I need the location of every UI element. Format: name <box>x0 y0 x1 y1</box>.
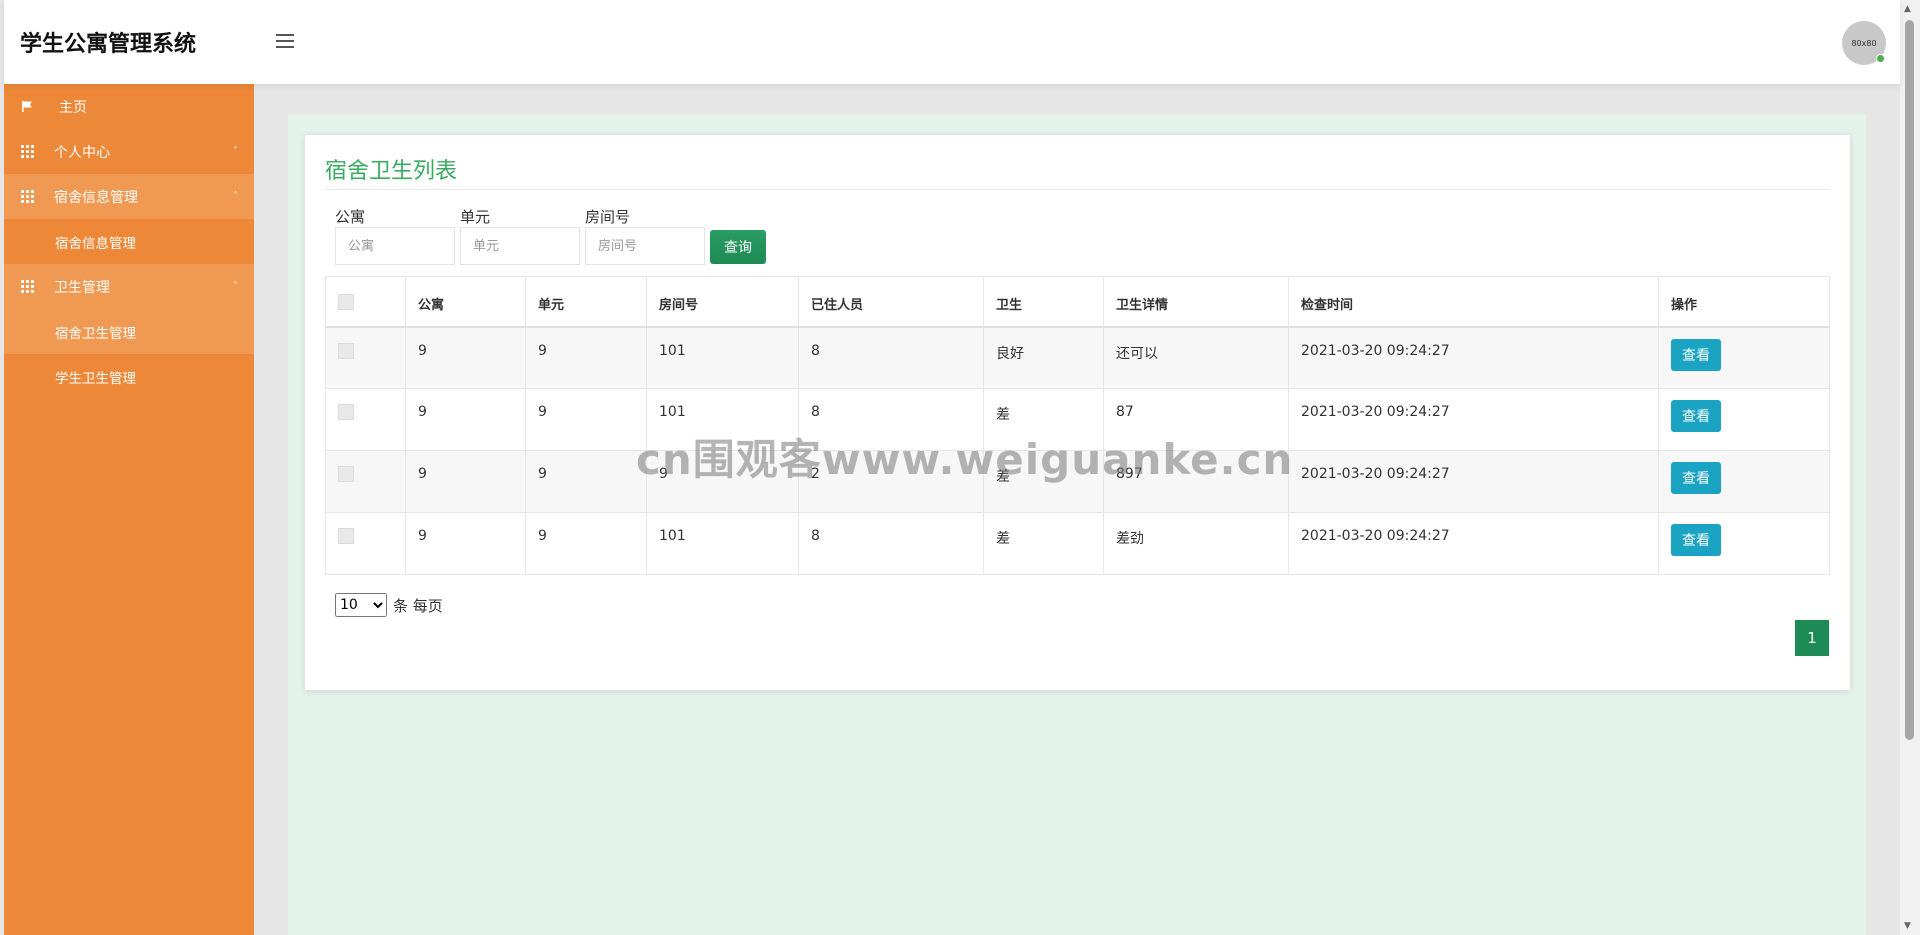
sidebar-subitem-dorm-hygiene[interactable]: 宿舍卫生管理 <box>4 309 254 354</box>
page-size-control: 10 条 每页 <box>335 593 443 617</box>
action-cell: 查看 <box>1658 512 1830 575</box>
sidebar-item-dorm-info[interactable]: 宿舍信息管理 ˄ <box>4 174 254 219</box>
row-checkbox[interactable] <box>338 342 354 359</box>
hygiene-cell: 差 <box>983 512 1104 575</box>
grid-icon <box>20 145 34 159</box>
row-select-cell <box>325 326 406 389</box>
unit-cell: 9 <box>525 326 647 389</box>
column-header: 卫生 <box>983 276 1104 328</box>
filter-label: 公寓 <box>335 208 366 226</box>
residents-cell: 8 <box>798 512 984 575</box>
unit-cell: 9 <box>525 512 647 575</box>
unit-input[interactable] <box>460 227 580 265</box>
sidebar-subitem-dorm-info[interactable]: 宿舍信息管理 <box>4 219 254 264</box>
hygiene-cell: 良好 <box>983 326 1104 389</box>
check-time-cell: 2021-03-20 09:24:27 <box>1288 388 1659 451</box>
sidebar-item-label: 主页 <box>59 99 87 116</box>
view-button[interactable]: 查看 <box>1671 462 1721 494</box>
row-select-cell <box>325 512 406 575</box>
flag-icon <box>20 100 34 114</box>
page-size-label: 条 每页 <box>393 596 443 615</box>
column-header: 房间号 <box>646 276 799 328</box>
row-checkbox[interactable] <box>338 466 354 482</box>
grid-icon <box>20 280 34 294</box>
sidebar-item-label: 宿舍信息管理 <box>54 189 138 206</box>
hygiene-detail-cell: 还可以 <box>1103 326 1289 389</box>
row-select-cell <box>325 388 406 451</box>
menu-toggle-icon[interactable] <box>274 30 298 54</box>
room-number-input[interactable] <box>585 227 705 265</box>
row-checkbox[interactable] <box>338 528 354 544</box>
avatar[interactable]: 80x80 <box>1842 21 1886 65</box>
filter-apartment: 公寓 <box>335 207 455 265</box>
search-button[interactable]: 查询 <box>710 230 766 264</box>
column-header: 已住人员 <box>798 276 984 328</box>
column-header: 检查时间 <box>1288 276 1659 328</box>
page-title: 宿舍卫生列表 <box>325 159 458 184</box>
page-number-button[interactable]: 1 <box>1795 620 1829 656</box>
view-button[interactable]: 查看 <box>1671 338 1721 371</box>
sidebar-item-hygiene[interactable]: 卫生管理 ˄ <box>4 264 254 309</box>
app-title: 学生公寓管理系统 <box>20 32 197 57</box>
scrollbar[interactable]: ▲ ▼ <box>1900 0 1920 935</box>
sidebar-subitem-student-hygiene[interactable]: 学生卫生管理 <box>4 354 254 399</box>
apartment-cell: 9 <box>405 388 526 451</box>
chevron-down-icon: ˅ <box>233 146 238 157</box>
residents-cell: 8 <box>798 326 984 389</box>
sidebar-item-label: 卫生管理 <box>54 279 110 296</box>
sidebar-item-label: 个人中心 <box>54 144 110 161</box>
row-checkbox[interactable] <box>338 404 354 420</box>
check-time-cell: 2021-03-20 09:24:27 <box>1288 450 1659 513</box>
scroll-down-icon[interactable]: ▼ <box>1904 921 1911 931</box>
hygiene-detail-cell: 差劲 <box>1103 512 1289 575</box>
table-header-row: 公寓 单元 房间号 已住人员 卫生 卫生详情 检查时间 操作 <box>325 276 1830 328</box>
table-row: 9 9 101 8 差 差劲 2021-03-20 09:24:27 查看 <box>325 512 1830 575</box>
filter-unit: 单元 <box>460 207 580 265</box>
room-cell: 101 <box>646 326 799 389</box>
action-cell: 查看 <box>1658 388 1830 451</box>
select-all-header <box>325 276 406 328</box>
select-all-checkbox[interactable] <box>338 294 354 310</box>
hygiene-list-panel: 宿舍卫生列表 公寓 单元 房间号 查询 公寓 单元 房间号 已住人员 卫生 卫生… <box>305 135 1850 690</box>
apartment-cell: 9 <box>405 450 526 513</box>
column-header: 单元 <box>525 276 647 328</box>
action-cell: 查看 <box>1658 326 1830 389</box>
top-bar: 学生公寓管理系统 80x80 <box>4 0 1900 84</box>
apartment-input[interactable] <box>335 227 455 265</box>
avatar-text: 80x80 <box>1851 38 1877 48</box>
action-cell: 查看 <box>1658 450 1830 513</box>
chevron-up-icon: ˄ <box>233 191 238 202</box>
watermark-text: cn围观客www.weiguanke.cn <box>636 435 1294 484</box>
view-button[interactable]: 查看 <box>1671 524 1721 556</box>
sidebar-item-home[interactable]: 主页 <box>4 84 254 129</box>
sidebar: 主页 个人中心 ˅ 宿舍信息管理 ˄ 宿舍信息管理 卫生管理 ˄ 宿舍卫生管理 … <box>4 84 254 935</box>
apartment-cell: 9 <box>405 512 526 575</box>
page-size-select[interactable]: 10 <box>335 593 387 617</box>
column-header: 公寓 <box>405 276 526 328</box>
row-select-cell <box>325 450 406 513</box>
filter-label: 单元 <box>460 208 491 226</box>
filter-label: 房间号 <box>585 208 631 226</box>
table-row: 9 9 101 8 良好 还可以 2021-03-20 09:24:27 查看 <box>325 326 1830 389</box>
apartment-cell: 9 <box>405 326 526 389</box>
column-header: 操作 <box>1658 276 1830 328</box>
scroll-up-icon[interactable]: ▲ <box>1904 4 1911 14</box>
chevron-up-icon: ˄ <box>233 281 238 292</box>
grid-icon <box>20 190 34 204</box>
filter-room: 房间号 <box>585 207 705 265</box>
unit-cell: 9 <box>525 450 647 513</box>
view-button[interactable]: 查看 <box>1671 400 1721 432</box>
divider <box>325 189 1830 190</box>
column-header: 卫生详情 <box>1103 276 1289 328</box>
online-status-icon <box>1876 54 1885 63</box>
check-time-cell: 2021-03-20 09:24:27 <box>1288 512 1659 575</box>
room-cell: 101 <box>646 512 799 575</box>
unit-cell: 9 <box>525 388 647 451</box>
scrollbar-thumb[interactable] <box>1905 20 1914 740</box>
check-time-cell: 2021-03-20 09:24:27 <box>1288 326 1659 389</box>
sidebar-item-profile[interactable]: 个人中心 ˅ <box>4 129 254 174</box>
